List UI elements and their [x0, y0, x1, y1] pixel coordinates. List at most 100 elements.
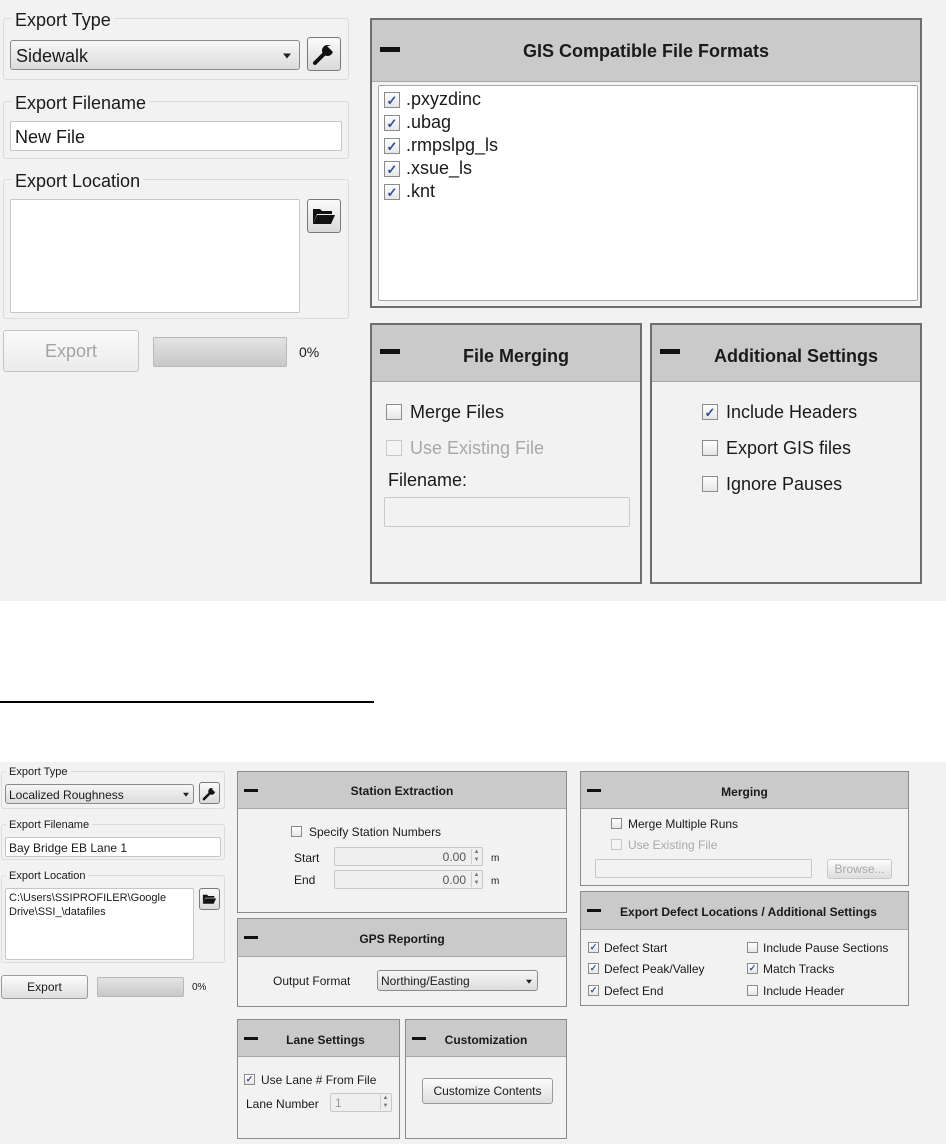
customization-title: Customization: [444, 1033, 528, 1047]
defect-settings-panel: Export Defect Locations / Additional Set…: [580, 891, 909, 1006]
specify-station-checkbox[interactable]: [291, 826, 302, 837]
export-type-value: Sidewalk: [16, 46, 89, 66]
lane-number-label: Lane Number: [246, 1097, 319, 1111]
export-gis-files-checkbox[interactable]: [702, 440, 718, 456]
ignore-pauses-label: Ignore Pauses: [726, 474, 843, 494]
end-spin-buttons[interactable]: ▲ ▼: [471, 872, 481, 887]
additional-settings-panel: Additional Settings ✓ Include Headers Ex…: [650, 323, 922, 584]
match-tracks-label: Match Tracks: [763, 962, 835, 976]
export-type-settings-button[interactable]: [307, 37, 341, 71]
gps-reporting-header: GPS Reporting: [238, 919, 566, 957]
customization-panel: Customization Customize Contents: [405, 1019, 567, 1139]
use-existing-file-label: Use Existing File: [410, 438, 545, 458]
export-location-browse-button-small[interactable]: [199, 888, 220, 910]
include-pause-sections-checkbox[interactable]: [747, 942, 758, 953]
export-filename-legend-small: Export Filename: [6, 820, 93, 831]
use-existing-file-checkbox-small[interactable]: [611, 839, 622, 850]
export-type-value-small: Localized Roughness: [9, 788, 124, 802]
include-headers-checkbox[interactable]: ✓: [702, 404, 718, 420]
defect-settings-title: Export Defect Locations / Additional Set…: [620, 905, 877, 919]
lane-number-spin-buttons[interactable]: ▲ ▼: [380, 1095, 390, 1110]
gis-format-label: .ubag: [406, 112, 452, 132]
export-location-browse-button[interactable]: [307, 199, 341, 233]
use-lane-from-file-checkbox[interactable]: ✓: [244, 1074, 255, 1085]
merge-filename-input[interactable]: [384, 497, 630, 527]
browse-button[interactable]: Browse...: [827, 859, 892, 879]
end-spinbox[interactable]: 0.00 ▲ ▼: [334, 870, 483, 889]
start-label: Start: [294, 851, 320, 865]
lane-settings-panel: Lane Settings ✓ Use Lane # From File Lan…: [237, 1019, 400, 1139]
merging-filename-input[interactable]: [595, 859, 812, 878]
top-export-window: Export Type Sidewalk Export Filename New…: [0, 0, 946, 601]
export-filename-value: New File: [15, 127, 86, 147]
additional-settings-header: Additional Settings: [652, 325, 920, 382]
export-location-legend: Export Location: [12, 172, 144, 190]
defect-start-checkbox[interactable]: ✓: [588, 942, 599, 953]
include-header-checkbox[interactable]: [747, 985, 758, 996]
gis-formats-title: GIS Compatible File Formats: [522, 41, 770, 61]
match-tracks-checkbox[interactable]: ✓: [747, 963, 758, 974]
gps-reporting-panel: GPS Reporting Output Format Northing/Eas…: [237, 918, 567, 1007]
customize-contents-button[interactable]: Customize Contents: [422, 1078, 553, 1104]
station-extraction-panel: Station Extraction Specify Station Numbe…: [237, 771, 567, 913]
defect-peak-valley-checkbox[interactable]: ✓: [588, 963, 599, 974]
wrench-icon: [202, 787, 216, 800]
merge-multiple-runs-checkbox[interactable]: [611, 818, 622, 829]
ignore-pauses-checkbox[interactable]: [702, 476, 718, 492]
gis-format-label: .pxyzdinc: [406, 89, 482, 109]
bottom-export-window: Export Type Localized Roughness Export F…: [0, 762, 946, 1144]
export-filename-group: Export Filename New File: [3, 94, 349, 159]
gis-format-checkbox[interactable]: ✓: [384, 184, 400, 200]
export-button-small[interactable]: Export: [1, 975, 88, 999]
merge-files-label: Merge Files: [410, 402, 505, 422]
export-filename-input-small[interactable]: Bay Bridge EB Lane 1: [5, 837, 221, 857]
merge-multiple-runs-label: Merge Multiple Runs: [628, 817, 739, 831]
gis-format-checkbox[interactable]: ✓: [384, 92, 400, 108]
include-headers-label: Include Headers: [726, 402, 858, 422]
gis-format-checkbox[interactable]: ✓: [384, 115, 400, 131]
chevron-down-icon: [526, 979, 532, 984]
section-divider: [0, 701, 374, 703]
defect-end-checkbox[interactable]: ✓: [588, 985, 599, 996]
end-unit: m: [491, 876, 500, 887]
export-type-dropdown[interactable]: Sidewalk: [10, 40, 300, 70]
export-location-line-1: C:\Users\SSIPROFILER\Google: [9, 892, 167, 904]
folder-open-icon: [313, 209, 335, 224]
gis-format-label: .xsue_ls: [406, 158, 473, 178]
export-button[interactable]: Export: [3, 330, 139, 372]
export-type-legend: Export Type: [12, 11, 114, 29]
export-filename-legend: Export Filename: [12, 94, 150, 112]
gis-format-checkbox[interactable]: ✓: [384, 161, 400, 177]
output-format-label: Output Format: [273, 974, 351, 988]
use-lane-from-file-label: Use Lane # From File: [261, 1073, 377, 1087]
lane-settings-header: Lane Settings: [238, 1020, 399, 1057]
use-existing-file-checkbox[interactable]: [386, 440, 402, 456]
lane-number-spinbox[interactable]: 1 ▲ ▼: [330, 1093, 392, 1112]
start-value: 0.00: [442, 850, 466, 864]
export-type-group: Export Type Sidewalk: [3, 11, 349, 80]
include-pause-sections-label: Include Pause Sections: [763, 941, 889, 955]
defect-start-label: Defect Start: [604, 941, 668, 955]
export-location-input[interactable]: [10, 199, 300, 313]
export-location-input-small[interactable]: C:\Users\SSIPROFILER\Google Drive\SSI_\d…: [5, 888, 194, 960]
export-type-settings-button-small[interactable]: [199, 782, 220, 804]
merge-files-checkbox[interactable]: [386, 404, 402, 420]
wrench-icon: [313, 45, 333, 65]
gis-format-checkbox[interactable]: ✓: [384, 138, 400, 154]
export-location-line-2: Drive\SSI_\datafiles: [9, 906, 106, 918]
start-spinbox[interactable]: 0.00 ▲ ▼: [334, 847, 483, 866]
use-existing-file-label-small: Use Existing File: [628, 838, 718, 852]
start-unit: m: [491, 853, 500, 864]
export-location-legend-small: Export Location: [6, 871, 89, 882]
export-type-dropdown-small[interactable]: Localized Roughness: [5, 784, 194, 804]
customization-header: Customization: [406, 1020, 566, 1057]
gps-reporting-title: GPS Reporting: [359, 932, 445, 946]
output-format-value: Northing/Easting: [381, 974, 470, 988]
lane-number-value: 1: [335, 1096, 342, 1110]
defect-settings-header: Export Defect Locations / Additional Set…: [581, 892, 908, 930]
end-label: End: [294, 873, 316, 887]
merging-header: Merging: [581, 772, 908, 809]
start-spin-buttons[interactable]: ▲ ▼: [471, 849, 481, 864]
output-format-dropdown[interactable]: Northing/Easting: [377, 970, 538, 991]
export-filename-input[interactable]: New File: [10, 121, 342, 151]
